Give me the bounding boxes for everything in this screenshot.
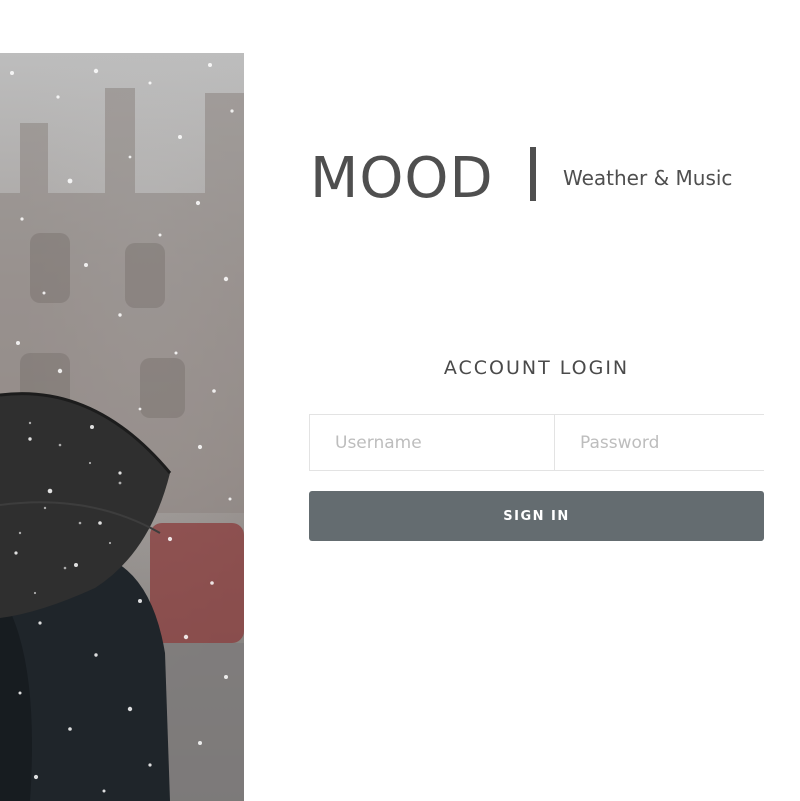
brand-divider [530,147,536,201]
login-fields [309,414,799,471]
login-page: MOOD Weather & Music ACCOUNT LOGIN SIGN … [0,0,800,801]
hero-photo-scene [0,63,244,801]
brand-tagline: Weather & Music [563,166,733,190]
login-title: ACCOUNT LOGIN [443,357,630,379]
username-input[interactable] [310,415,554,470]
hero-photo [0,53,244,801]
brand-name: MOOD [310,146,494,211]
password-input[interactable] [554,415,799,470]
sign-in-button[interactable]: SIGN IN [309,491,764,541]
